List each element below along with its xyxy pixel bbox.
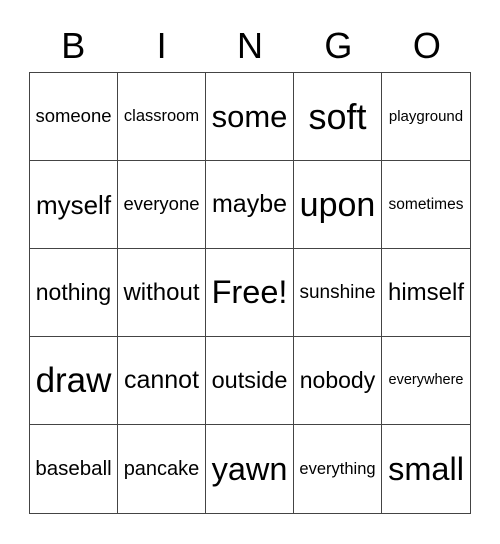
bingo-cell[interactable]: everywhere — [382, 337, 470, 425]
cell-word: classroom — [123, 107, 200, 126]
cell-word: soft — [308, 95, 367, 137]
cell-word: everyone — [123, 193, 200, 215]
bingo-cell[interactable]: sunshine — [294, 249, 382, 337]
bingo-cell[interactable]: nothing — [30, 249, 118, 337]
bingo-cell[interactable]: someone — [30, 73, 118, 161]
cell-word: yawn — [211, 450, 288, 487]
header-letter-g: G — [324, 25, 353, 66]
header-letter-o: O — [412, 25, 441, 66]
cell-word: playground — [388, 108, 464, 125]
bingo-cell[interactable]: everything — [294, 425, 382, 513]
bingo-board: someone classroom some soft playground m… — [29, 72, 471, 514]
bingo-cell[interactable]: himself — [382, 249, 470, 337]
bingo-cell[interactable]: playground — [382, 73, 470, 161]
bingo-cell[interactable]: some — [206, 73, 294, 161]
cell-word: nobody — [299, 367, 376, 393]
bingo-cell[interactable]: sometimes — [382, 161, 470, 249]
free-space-label: Free! — [211, 274, 288, 311]
cell-word: sometimes — [388, 195, 464, 213]
bingo-cell[interactable]: soft — [294, 73, 382, 161]
bingo-cell[interactable]: nobody — [294, 337, 382, 425]
cell-word: sunshine — [299, 282, 376, 303]
cell-word: draw — [35, 361, 112, 400]
bingo-cell[interactable]: maybe — [206, 161, 294, 249]
cell-word: pancake — [123, 458, 200, 480]
cell-word: some — [211, 99, 288, 134]
bingo-header: B I N G O — [29, 22, 471, 70]
header-letter-i: I — [156, 25, 167, 66]
bingo-cell[interactable]: baseball — [30, 425, 118, 513]
cell-word: baseball — [35, 456, 112, 480]
bingo-cell[interactable]: outside — [206, 337, 294, 425]
cell-word: everything — [299, 459, 376, 478]
free-space-cell[interactable]: Free! — [206, 249, 294, 337]
header-letter-b: B — [61, 25, 86, 66]
cell-word: everywhere — [388, 372, 464, 389]
bingo-cell[interactable]: small — [382, 425, 470, 513]
bingo-cell[interactable]: cannot — [118, 337, 206, 425]
bingo-cell[interactable]: yawn — [206, 425, 294, 513]
bingo-cell[interactable]: everyone — [118, 161, 206, 249]
cell-word: myself — [35, 189, 112, 220]
bingo-cell[interactable]: pancake — [118, 425, 206, 513]
cell-word: himself — [387, 278, 465, 306]
cell-word: without — [123, 278, 200, 306]
bingo-cell[interactable]: draw — [30, 337, 118, 425]
cell-word: maybe — [211, 190, 288, 218]
cell-word: upon — [299, 185, 376, 224]
cell-word: cannot — [123, 366, 200, 394]
header-letter-n: N — [237, 25, 264, 66]
cell-word: outside — [211, 366, 288, 393]
bingo-cell[interactable]: classroom — [118, 73, 206, 161]
cell-word: small — [388, 450, 464, 487]
cell-word: someone — [35, 105, 112, 127]
cell-word: nothing — [35, 279, 112, 305]
bingo-cell[interactable]: upon — [294, 161, 382, 249]
bingo-cell[interactable]: without — [118, 249, 206, 337]
bingo-cell[interactable]: myself — [30, 161, 118, 249]
